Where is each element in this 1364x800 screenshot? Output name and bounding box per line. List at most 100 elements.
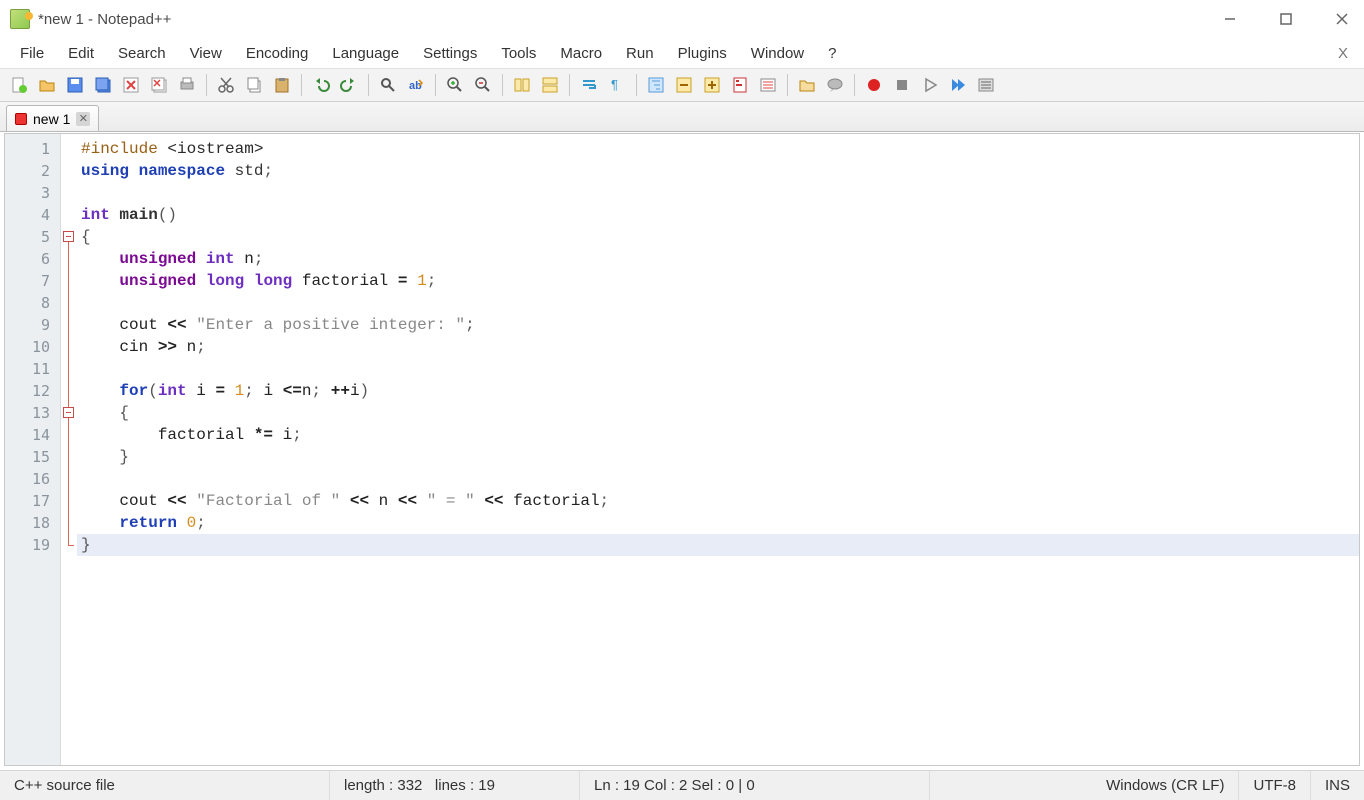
macro-list-icon xyxy=(977,76,995,94)
title-bar: *new 1 - Notepad++ xyxy=(0,0,1364,38)
code-line[interactable]: unsigned long long factorial = 1; xyxy=(77,270,1359,292)
menu-file[interactable]: File xyxy=(10,41,54,66)
wrap-button[interactable] xyxy=(576,72,602,98)
paste-icon xyxy=(273,76,291,94)
menu-edit[interactable]: Edit xyxy=(58,41,104,66)
code-line[interactable]: } xyxy=(77,446,1359,468)
code-line[interactable]: factorial *= i; xyxy=(77,424,1359,446)
undo-button[interactable] xyxy=(308,72,334,98)
paste-button[interactable] xyxy=(269,72,295,98)
menu-view[interactable]: View xyxy=(180,41,232,66)
line-number: 3 xyxy=(5,182,60,204)
status-length: length : 332 lines : 19 xyxy=(330,771,580,800)
line-number: 4 xyxy=(5,204,60,226)
copy-button[interactable] xyxy=(241,72,267,98)
code-line[interactable]: cin >> n; xyxy=(77,336,1359,358)
maximize-button[interactable] xyxy=(1272,5,1300,33)
tab-new-1[interactable]: new 1 ✕ xyxy=(6,105,99,131)
close-all-button[interactable] xyxy=(146,72,172,98)
zoom-in-button[interactable] xyxy=(442,72,468,98)
code-line[interactable]: unsigned int n; xyxy=(77,248,1359,270)
code-line[interactable]: using namespace std; xyxy=(77,160,1359,182)
function-list-button[interactable] xyxy=(755,72,781,98)
function-list-icon xyxy=(759,76,777,94)
play-button[interactable] xyxy=(917,72,943,98)
code-line[interactable] xyxy=(77,292,1359,314)
tab-strip: new 1 ✕ xyxy=(0,102,1364,132)
show-all-button[interactable]: ¶ xyxy=(604,72,630,98)
play-icon xyxy=(921,76,939,94)
fold-all-button[interactable] xyxy=(671,72,697,98)
tab-close-icon[interactable]: ✕ xyxy=(76,112,90,126)
code-line[interactable]: for(int i = 1; i <=n; ++i) xyxy=(77,380,1359,402)
menu-window[interactable]: Window xyxy=(741,41,814,66)
redo-button[interactable] xyxy=(336,72,362,98)
fold-toggle-icon[interactable] xyxy=(63,231,74,242)
code-line[interactable] xyxy=(77,468,1359,490)
code-line[interactable]: int main() xyxy=(77,204,1359,226)
code-line[interactable]: return 0; xyxy=(77,512,1359,534)
menubar-close-icon[interactable]: X xyxy=(1332,45,1354,62)
doc-map-icon xyxy=(731,76,749,94)
minimize-button[interactable] xyxy=(1216,5,1244,33)
zoom-out-button[interactable] xyxy=(470,72,496,98)
print-button[interactable] xyxy=(174,72,200,98)
code-line[interactable]: { xyxy=(77,402,1359,424)
stop-icon xyxy=(893,76,911,94)
close-button[interactable] xyxy=(118,72,144,98)
menu-language[interactable]: Language xyxy=(322,41,409,66)
play-multi-button[interactable] xyxy=(945,72,971,98)
save-all-button[interactable] xyxy=(90,72,116,98)
sync-h-button[interactable] xyxy=(537,72,563,98)
code-line[interactable]: cout << "Factorial of " << n << " = " <<… xyxy=(77,490,1359,512)
status-position: Ln : 19 Col : 2 Sel : 0 | 0 xyxy=(580,771,930,800)
doc-map-button[interactable] xyxy=(727,72,753,98)
indent-guide-button[interactable] xyxy=(643,72,669,98)
menu-[interactable]: ? xyxy=(818,41,846,66)
zoom-out-icon xyxy=(474,76,492,94)
code-line[interactable] xyxy=(77,182,1359,204)
code-line[interactable] xyxy=(77,358,1359,380)
menu-tools[interactable]: Tools xyxy=(491,41,546,66)
replace-button[interactable]: ab xyxy=(403,72,429,98)
code-line[interactable]: } xyxy=(77,534,1359,556)
close-button[interactable] xyxy=(1328,5,1356,33)
save-button[interactable] xyxy=(62,72,88,98)
menu-search[interactable]: Search xyxy=(108,41,176,66)
code-view[interactable]: #include <iostream>using namespace std; i… xyxy=(77,134,1359,765)
folder-button[interactable] xyxy=(794,72,820,98)
undo-icon xyxy=(312,76,330,94)
play-multi-icon xyxy=(949,76,967,94)
code-line[interactable]: cout << "Enter a positive integer: "; xyxy=(77,314,1359,336)
find-button[interactable] xyxy=(375,72,401,98)
sync-v-button[interactable] xyxy=(509,72,535,98)
code-line[interactable]: { xyxy=(77,226,1359,248)
line-number: 7 xyxy=(5,270,60,292)
menu-plugins[interactable]: Plugins xyxy=(668,41,737,66)
line-number: 19 xyxy=(5,534,60,556)
menu-macro[interactable]: Macro xyxy=(550,41,612,66)
macro-list-button[interactable] xyxy=(973,72,999,98)
code-line[interactable]: #include <iostream> xyxy=(77,138,1359,160)
new-button[interactable] xyxy=(6,72,32,98)
unfold-all-button[interactable] xyxy=(699,72,725,98)
cut-button[interactable] xyxy=(213,72,239,98)
fold-toggle-icon[interactable] xyxy=(63,407,74,418)
show-all-icon: ¶ xyxy=(608,76,626,94)
menu-run[interactable]: Run xyxy=(616,41,664,66)
app-icon xyxy=(10,9,30,29)
svg-text:¶: ¶ xyxy=(611,77,618,92)
status-encoding: UTF-8 xyxy=(1239,771,1311,800)
line-number: 8 xyxy=(5,292,60,314)
record-button[interactable] xyxy=(861,72,887,98)
open-button[interactable] xyxy=(34,72,60,98)
menu-encoding[interactable]: Encoding xyxy=(236,41,319,66)
replace-icon: ab xyxy=(407,76,425,94)
line-number: 5 xyxy=(5,226,60,248)
new-icon xyxy=(10,76,28,94)
menu-settings[interactable]: Settings xyxy=(413,41,487,66)
stop-button[interactable] xyxy=(889,72,915,98)
close-all-icon xyxy=(150,76,168,94)
comment-icon xyxy=(826,76,844,94)
comment-button[interactable] xyxy=(822,72,848,98)
